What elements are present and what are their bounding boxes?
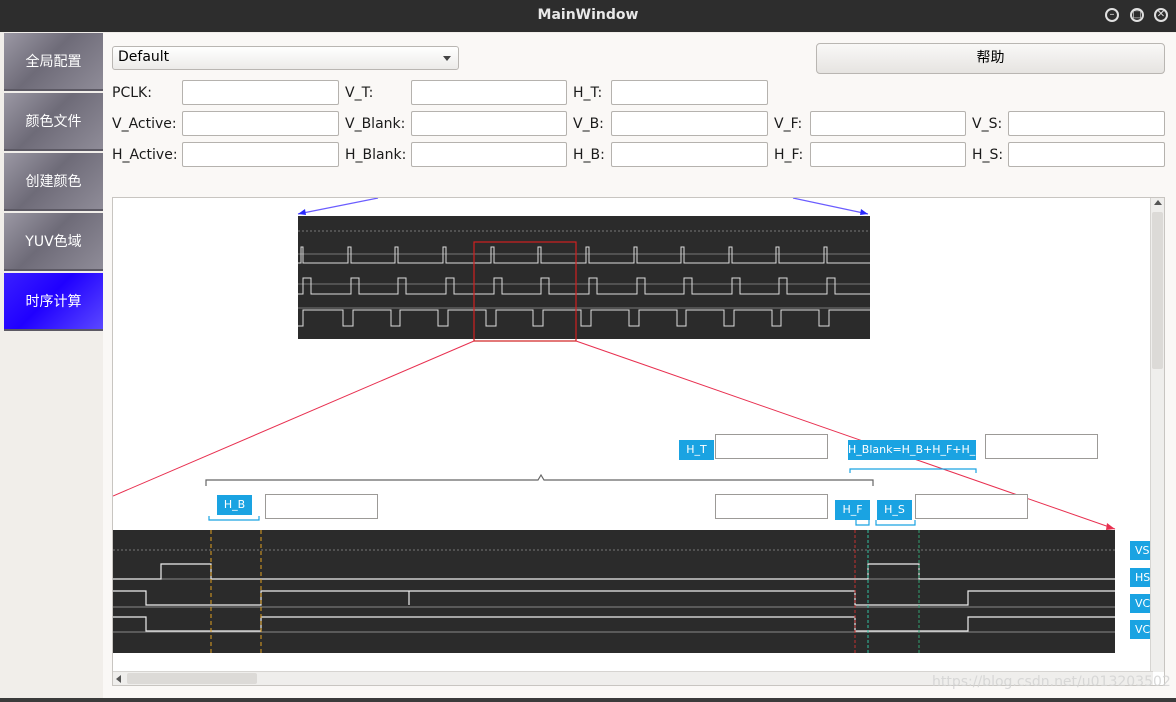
h-blank-label: H_Blank:	[345, 147, 407, 163]
h-s-label: H_S:	[972, 147, 1004, 163]
main-window: MainWindow – □ ✕ 全局配置 颜色文件 创建颜色 YUV色域 时序…	[0, 0, 1176, 702]
preset-select-value: Default	[118, 49, 170, 65]
sidebar-item-global-config[interactable]: 全局配置	[4, 33, 103, 91]
sidebar-item-label: YUV色域	[25, 234, 82, 250]
timing-diagram[interactable]: H_T H_Blank=H_B+H_F+H_S H_B H_F H_S VS H…	[112, 197, 1165, 686]
diagram-h-b-field[interactable]	[265, 494, 378, 519]
sidebar-item-label: 时序计算	[25, 294, 82, 310]
h-f-field[interactable]	[810, 142, 966, 167]
v-f-field[interactable]	[810, 111, 966, 136]
h-active-label: H_Active:	[112, 147, 178, 163]
vertical-scroll-thumb[interactable]	[1152, 212, 1163, 369]
h-s-tag: H_S	[877, 500, 912, 520]
vertical-scrollbar[interactable]	[1150, 198, 1164, 672]
diagram-h-f-field[interactable]	[715, 494, 828, 519]
diagram-h-s-field[interactable]	[915, 494, 1028, 519]
diagram-h-blank-field[interactable]	[985, 434, 1098, 459]
v-blank-field[interactable]	[411, 111, 567, 136]
preset-select[interactable]: Default	[112, 46, 459, 70]
sidebar-item-create-color[interactable]: 创建颜色	[4, 153, 103, 211]
sidebar-item-label: 全局配置	[25, 54, 82, 70]
window-title: MainWindow	[537, 7, 639, 23]
v-b-label: V_B:	[573, 116, 604, 132]
maximize-icon[interactable]: □	[1130, 8, 1144, 22]
v-b-field[interactable]	[611, 111, 768, 136]
scroll-up-icon[interactable]	[1154, 200, 1162, 205]
minimize-icon[interactable]: –	[1105, 8, 1119, 22]
v-active-label: V_Active:	[112, 116, 177, 132]
pclk-label: PCLK:	[112, 85, 152, 101]
h-t-tag: H_T	[679, 440, 714, 460]
h-b-tag: H_B	[217, 495, 252, 515]
sidebar-item-label: 颜色文件	[25, 114, 82, 130]
h-b-field[interactable]	[611, 142, 768, 167]
sidebar-item-label: 创建颜色	[25, 174, 82, 190]
title-bar: MainWindow – □ ✕	[0, 0, 1176, 32]
h-active-field[interactable]	[182, 142, 339, 167]
v-blank-label: V_Blank:	[345, 116, 406, 132]
h-t-label: H_T:	[573, 85, 603, 101]
v-f-label: V_F:	[774, 116, 803, 132]
sidebar: 全局配置 颜色文件 创建颜色 YUV色域 时序计算	[4, 33, 103, 698]
timing-calc-panel: Default 帮助 PCLK: V_T: H_T: V_Active: V_B…	[103, 33, 1176, 698]
h-f-tag: H_F	[835, 500, 870, 520]
h-f-label: H_F:	[774, 147, 804, 163]
watermark: https://blog.csdn.net/u013203502	[932, 674, 1171, 690]
v-s-label: V_S:	[972, 116, 1003, 132]
h-s-field[interactable]	[1008, 142, 1165, 167]
help-button[interactable]: 帮助	[816, 43, 1165, 74]
sidebar-item-yuv-gamut[interactable]: YUV色域	[4, 213, 103, 271]
v-t-label: V_T:	[345, 85, 374, 101]
v-active-field[interactable]	[182, 111, 339, 136]
v-s-field[interactable]	[1008, 111, 1165, 136]
chevron-down-icon	[443, 56, 451, 61]
v-t-field[interactable]	[411, 80, 567, 105]
pclk-field[interactable]	[182, 80, 339, 105]
sidebar-item-color-file[interactable]: 颜色文件	[4, 93, 103, 151]
horizontal-scroll-thumb[interactable]	[127, 673, 257, 684]
h-blank-field[interactable]	[411, 142, 567, 167]
h-t-field[interactable]	[611, 80, 768, 105]
h-blank-tag: H_Blank=H_B+H_F+H_S	[848, 440, 982, 460]
scroll-left-icon[interactable]	[116, 675, 121, 683]
sidebar-item-timing-calc[interactable]: 时序计算	[4, 273, 103, 331]
diagram-h-t-field[interactable]	[715, 434, 828, 459]
taskbar-edge	[0, 698, 1176, 702]
close-icon[interactable]: ✕	[1154, 8, 1168, 22]
h-b-label: H_B:	[573, 147, 605, 163]
